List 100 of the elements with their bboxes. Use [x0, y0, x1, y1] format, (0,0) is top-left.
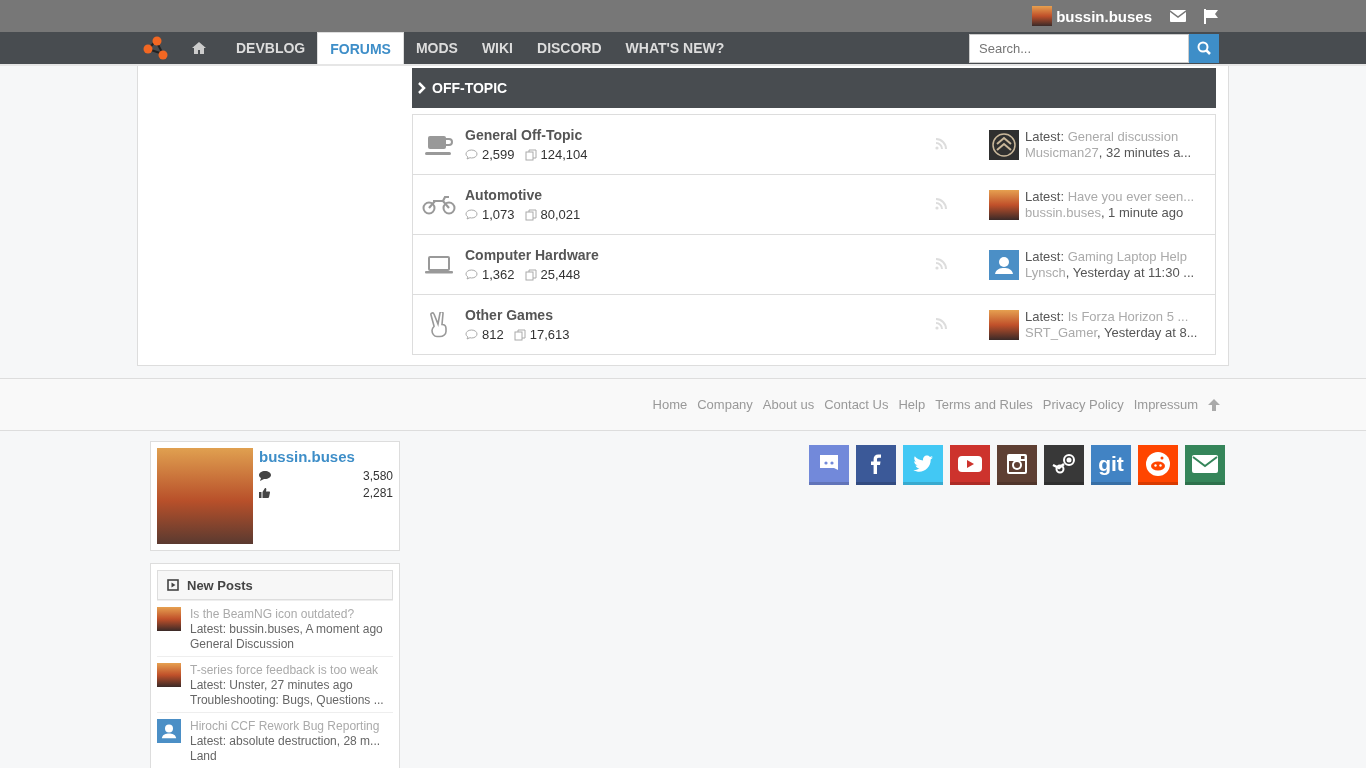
- latest-label: Latest:: [1025, 308, 1065, 324]
- footer-link[interactable]: Terms and Rules: [935, 397, 1033, 412]
- copy-icon: [513, 328, 526, 341]
- footer-link[interactable]: Help: [898, 397, 926, 412]
- avatar-image: [157, 663, 181, 687]
- latest-user-link[interactable]: bussin.buses: [1025, 204, 1101, 220]
- latest-time: , Yesterday at 8...: [1097, 324, 1198, 340]
- post-title-link[interactable]: T-series force feedback is too weak: [190, 663, 384, 678]
- copy-icon: [524, 208, 537, 221]
- nav-tab[interactable]: DEVBLOG: [224, 32, 318, 64]
- steam-button[interactable]: [1044, 445, 1084, 485]
- copy-icon: [524, 268, 537, 281]
- search-field[interactable]: Search...: [969, 33, 1189, 63]
- motorbike-icon: [422, 194, 456, 215]
- footer-link[interactable]: Contact Us: [824, 397, 889, 412]
- thread-count: 1,362: [482, 267, 515, 282]
- thumbs-up-icon: [259, 487, 270, 498]
- home-icon[interactable]: [192, 42, 206, 54]
- nav-tab[interactable]: DISCORD: [525, 32, 614, 64]
- message-count: 124,104: [540, 147, 588, 162]
- avatar-image: [989, 129, 1019, 160]
- copy-icon: [524, 148, 537, 161]
- forum-title[interactable]: General Off-Topic: [465, 127, 935, 143]
- avatar-image: [989, 309, 1019, 340]
- speech-bubble-icon: [259, 470, 271, 481]
- latest-label: Latest:: [1025, 128, 1065, 144]
- search-icon: [1197, 41, 1211, 55]
- post-title-link[interactable]: Hirochi CCF Rework Bug Reporting: [190, 719, 381, 734]
- latest-thread-link[interactable]: General discussion: [1067, 128, 1179, 144]
- forum-title[interactable]: Other Games: [465, 307, 935, 323]
- speech-bubble-icon: [465, 329, 478, 340]
- avatar-image: [989, 249, 1019, 280]
- latest-user-link[interactable]: Lynsch: [1025, 264, 1066, 280]
- footer-link[interactable]: Impressum: [1133, 397, 1198, 412]
- footer-link[interactable]: Privacy Policy: [1042, 397, 1124, 412]
- speech-bubble-icon: [465, 269, 478, 280]
- envelope-icon[interactable]: [1170, 10, 1186, 22]
- latest-label: Latest:: [1025, 188, 1065, 204]
- youtube-button[interactable]: [950, 445, 990, 485]
- latest-label: Latest:: [1025, 248, 1065, 264]
- footer-link[interactable]: Home: [652, 397, 688, 412]
- email-logo-icon: [1191, 452, 1219, 475]
- reddit-logo-icon: [1145, 450, 1171, 477]
- reddit-button[interactable]: [1138, 445, 1178, 485]
- forum-name-link[interactable]: Land: [190, 749, 381, 764]
- message-count: 17,613: [529, 327, 570, 342]
- message-count: 80,021: [540, 207, 581, 222]
- latest-user-link[interactable]: SRT_Gamer: [1025, 324, 1097, 340]
- steam-logo-icon: [1051, 451, 1077, 476]
- footer-link[interactable]: About us: [762, 397, 815, 412]
- message-count: 3,580: [362, 468, 393, 483]
- latest-time: , 32 minutes a...: [1098, 144, 1192, 160]
- latest-user-link[interactable]: Musicman27: [1025, 144, 1099, 160]
- footer-link[interactable]: Company: [697, 397, 753, 412]
- speech-bubble-icon: [465, 209, 478, 220]
- forum-title[interactable]: Computer Hardware: [465, 247, 935, 263]
- latest-post-info: Latest: absolute destruction, 28 m...: [190, 734, 381, 749]
- latest-thread-link[interactable]: Have you ever seen...: [1067, 188, 1195, 204]
- avatar-image: [157, 719, 181, 743]
- nav-tab[interactable]: MODS: [403, 32, 470, 64]
- forum-name-link[interactable]: General Discussion: [190, 637, 383, 652]
- latest-thread-link[interactable]: Gaming Laptop Help: [1067, 248, 1187, 264]
- thread-count: 1,073: [482, 207, 515, 222]
- speech-bubble-icon: [465, 149, 478, 160]
- discord-button[interactable]: [809, 445, 849, 485]
- twitter-button[interactable]: [903, 445, 943, 485]
- avatar-image: [157, 607, 181, 631]
- facebook-button[interactable]: [856, 445, 896, 485]
- chevron-icon: [418, 82, 426, 94]
- message-count: 25,448: [540, 267, 581, 282]
- latest-time: , 1 minute ago: [1100, 204, 1184, 220]
- avatar-image: [1032, 6, 1053, 26]
- latest-post-info: Latest: Unster, 27 minutes ago: [190, 678, 354, 693]
- github-button[interactable]: git: [1091, 445, 1131, 485]
- thread-count: 812: [482, 327, 504, 342]
- latest-time: , Yesterday at 11:30 ...: [1065, 264, 1195, 280]
- forum-name-link[interactable]: Troubleshooting: Bugs, Questions ...: [190, 693, 384, 708]
- latest-thread-link[interactable]: Is Forza Horizon 5 ...: [1067, 308, 1189, 324]
- logo-icon[interactable]: [143, 36, 168, 60]
- avatar-image: [989, 189, 1019, 220]
- flag-icon[interactable]: [1204, 8, 1218, 24]
- post-title-link[interactable]: Is the BeamNG icon outdated?: [190, 607, 383, 622]
- nav-tab[interactable]: FORUMS: [317, 32, 404, 64]
- peace-hand-icon: [428, 311, 450, 338]
- username-link[interactable]: bussin.buses: [259, 448, 393, 465]
- search-button[interactable]: [1189, 33, 1219, 63]
- category-title[interactable]: OFF-TOPIC: [432, 80, 508, 96]
- user-link[interactable]: bussin.buses: [1032, 6, 1152, 26]
- instagram-logo-icon: [1005, 451, 1029, 476]
- like-count: 2,281: [362, 485, 393, 500]
- nav-tab[interactable]: WIKI: [469, 32, 525, 64]
- email-button[interactable]: [1185, 445, 1225, 485]
- laptop-icon: [425, 255, 453, 274]
- thread-count: 2,599: [482, 147, 515, 162]
- nav-tab[interactable]: WHAT'S NEW?: [613, 32, 737, 64]
- panel-title: New Posts: [187, 577, 253, 593]
- play-icon: [167, 579, 179, 591]
- latest-post-info: Latest: bussin.buses, A moment ago: [190, 622, 383, 637]
- instagram-button[interactable]: [997, 445, 1037, 485]
- forum-title[interactable]: Automotive: [465, 187, 935, 203]
